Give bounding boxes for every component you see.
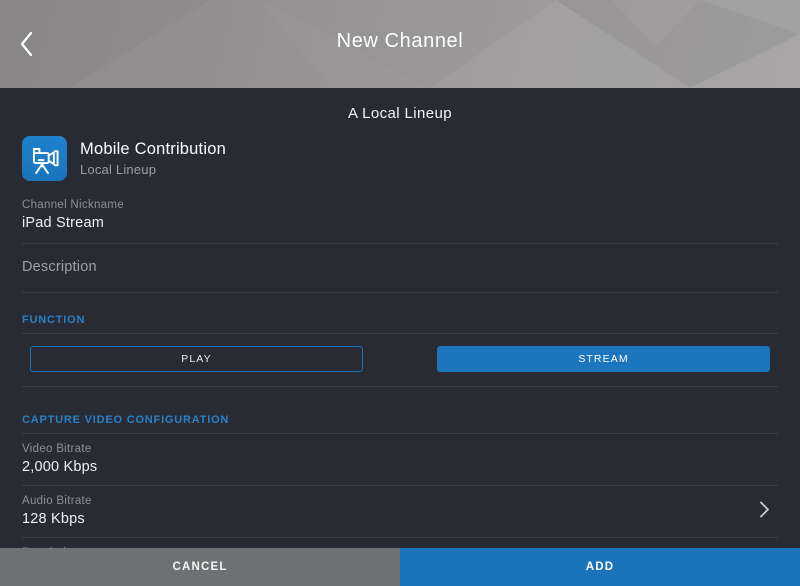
audio-bitrate-label: Audio Bitrate: [22, 495, 778, 507]
function-option-stream[interactable]: STREAM: [437, 346, 770, 372]
function-segmented-control: PLAY STREAM: [30, 346, 770, 372]
audio-bitrate-value: 128 Kbps: [22, 511, 778, 527]
lineup-title: A Local Lineup: [0, 88, 800, 122]
channel-header: Mobile Contribution Local Lineup: [22, 136, 778, 181]
channel-meta: Mobile Contribution Local Lineup: [80, 140, 226, 177]
description-placeholder: Description: [22, 259, 778, 275]
header: New Channel: [0, 0, 800, 88]
form-content: Channel Nickname iPad Stream Description…: [0, 199, 800, 586]
new-channel-screen: New Channel A Local Lineup Mobile Contri…: [0, 0, 800, 586]
channel-name: Mobile Contribution: [80, 140, 226, 159]
channel-nickname-field[interactable]: Channel Nickname iPad Stream: [22, 199, 778, 244]
add-button[interactable]: ADD: [400, 548, 800, 586]
capture-section-label: CAPTURE VIDEO CONFIGURATION: [22, 414, 778, 434]
video-bitrate-row[interactable]: Video Bitrate 2,000 Kbps: [22, 434, 778, 486]
channel-nickname-value[interactable]: iPad Stream: [22, 215, 778, 231]
function-option-play[interactable]: PLAY: [30, 346, 363, 372]
page-title: New Channel: [0, 30, 800, 53]
channel-nickname-label: Channel Nickname: [22, 199, 778, 211]
chevron-right-icon: [759, 500, 770, 523]
video-bitrate-label: Video Bitrate: [22, 443, 778, 455]
video-camera-icon: [22, 136, 67, 181]
audio-bitrate-row[interactable]: Audio Bitrate 128 Kbps: [22, 486, 778, 538]
function-section-divider: [22, 386, 778, 387]
function-section-label: FUNCTION: [22, 314, 778, 334]
video-bitrate-value: 2,000 Kbps: [22, 459, 778, 475]
channel-type: Local Lineup: [80, 162, 226, 177]
footer-action-bar: CANCEL ADD: [0, 548, 800, 586]
description-field[interactable]: Description: [22, 244, 778, 293]
cancel-button[interactable]: CANCEL: [0, 548, 400, 586]
